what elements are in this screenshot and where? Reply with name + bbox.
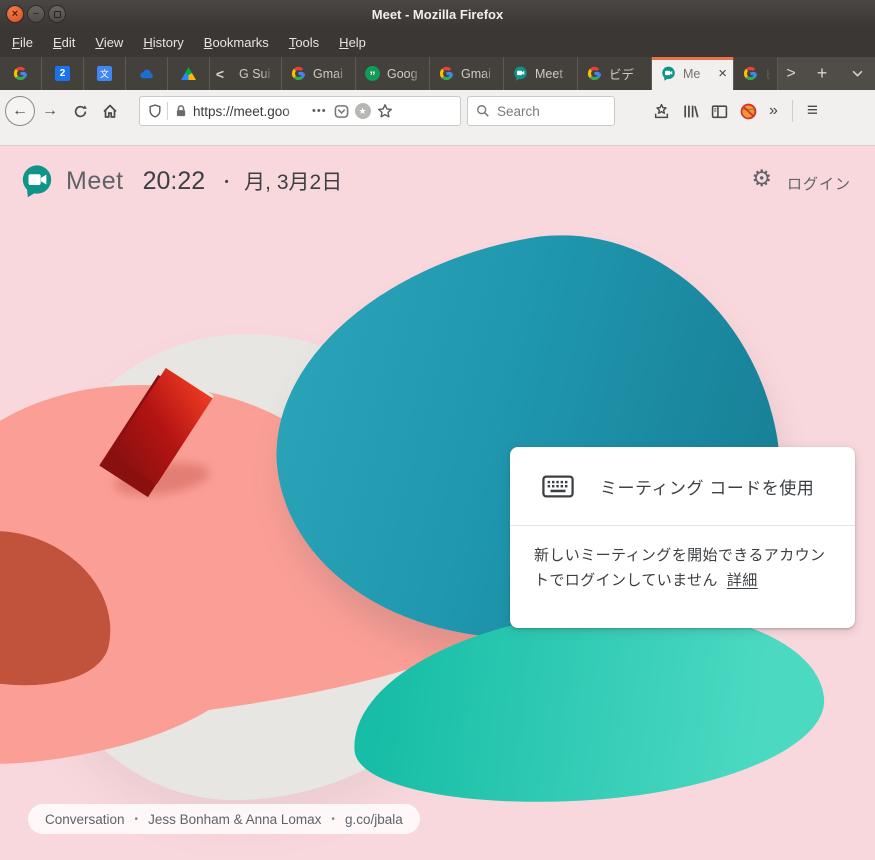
tab-meet-active[interactable]: Me × (652, 57, 734, 90)
pocket-icon[interactable] (334, 104, 349, 119)
home-button[interactable] (95, 96, 125, 126)
tab-bar: 2 文 < G Sui Gmai ” Goog Gmai (0, 57, 875, 90)
card-body: 新しいミーティングを開始できるアカウントでログインしていません詳細 (510, 526, 855, 593)
meet-favicon (661, 66, 676, 81)
firefox-window: × − Meet - Mozilla Firefox File Edit Vie… (0, 0, 875, 860)
google-favicon (439, 66, 454, 81)
caption-label: Conversation (45, 812, 125, 827)
google-favicon (743, 66, 758, 81)
tab-close-icon[interactable]: × (718, 65, 727, 82)
meet-page: Meet 20:22 ・ 月, 3月2日 ⚙ ログイン ミーティング コードを使… (0, 146, 875, 860)
use-meeting-code-button[interactable]: ミーティング コードを使用 (510, 447, 855, 526)
menu-help[interactable]: Help (329, 28, 376, 57)
separator-dot: ・ (219, 171, 234, 192)
home-icon (102, 103, 118, 119)
tab-scroll-right-icon[interactable]: > (778, 57, 804, 90)
pinned-tab-google[interactable] (0, 57, 42, 90)
reload-icon (73, 104, 88, 119)
addon-star-icon[interactable]: ★ (355, 103, 371, 119)
tab-list-chevron-icon[interactable] (840, 57, 874, 90)
caption-authors: Jess Bonham & Anna Lomax (148, 812, 321, 827)
meet-favicon (513, 66, 528, 81)
card-title: ミーティング コードを使用 (600, 474, 814, 499)
calendar-favicon: 2 (55, 66, 70, 81)
settings-gear-icon[interactable]: ⚙ (751, 167, 772, 190)
tab-scroll-left-icon[interactable]: < (210, 57, 230, 90)
keyboard-icon (542, 474, 574, 499)
menu-tools[interactable]: Tools (279, 28, 329, 57)
illustration-red-box (118, 368, 228, 503)
search-bar[interactable] (467, 96, 615, 126)
tab-meet-1[interactable]: Meet (504, 57, 578, 90)
reload-button[interactable] (65, 96, 95, 126)
divider (167, 102, 168, 120)
library-icon[interactable] (682, 103, 699, 120)
login-link[interactable]: ログイン (787, 173, 851, 194)
pinned-tab-drive[interactable] (168, 57, 210, 90)
menu-view[interactable]: View (85, 28, 133, 57)
search-icon (476, 104, 490, 118)
lock-icon (175, 104, 187, 118)
app-name: Meet (66, 167, 124, 196)
pinned-tab-onedrive[interactable] (126, 57, 168, 90)
wallpaper-caption-chip: Conversation • Jess Bonham & Anna Lomax … (28, 804, 420, 834)
forward-button[interactable]: → (35, 102, 65, 120)
google-favicon (13, 66, 28, 81)
clock-time: 20:22 (143, 167, 206, 196)
bookmark-star-icon[interactable] (377, 103, 393, 119)
tab-gsuite[interactable]: G Sui (230, 57, 282, 90)
bookmarks-menu-icon[interactable] (653, 103, 670, 120)
new-tab-button[interactable]: + (804, 57, 840, 90)
tab-google-video-2[interactable]: ビ (734, 57, 778, 90)
menu-history[interactable]: History (133, 28, 193, 57)
translate-favicon: 文 (97, 66, 112, 81)
menu-bar: File Edit View History Bookmarks Tools H… (0, 28, 875, 57)
meet-header: Meet 20:22 ・ 月, 3月2日 ⚙ ログイン (0, 146, 875, 216)
adblock-extension-icon[interactable] (740, 103, 757, 120)
navigation-toolbar: ← → https://meet.goo ••• ★ (0, 90, 875, 146)
maximize-icon (54, 11, 61, 18)
title-bar: × − Meet - Mozilla Firefox (0, 0, 875, 28)
overflow-menu-icon[interactable]: » (769, 102, 778, 120)
caption-separator: • (331, 814, 335, 825)
date-text: 月, 3月2日 (244, 166, 342, 196)
menu-file[interactable]: File (2, 28, 43, 57)
meeting-code-card: ミーティング コードを使用 新しいミーティングを開始できるアカウントでログインし… (510, 447, 855, 628)
search-input[interactable] (497, 104, 597, 119)
window-title: Meet - Mozilla Firefox (0, 7, 875, 22)
tab-google-video[interactable]: ビデ (578, 57, 652, 90)
url-bar[interactable]: https://meet.goo ••• ★ (139, 96, 461, 126)
tracking-shield-icon (148, 104, 162, 118)
caption-url: g.co/jbala (345, 812, 403, 827)
window-minimize-button[interactable]: − (27, 5, 45, 23)
back-button[interactable]: ← (5, 96, 35, 126)
window-maximize-button[interactable] (48, 5, 66, 23)
page-actions-icon[interactable]: ••• (312, 105, 327, 117)
menu-edit[interactable]: Edit (43, 28, 85, 57)
tab-gmail-1[interactable]: Gmai (282, 57, 356, 90)
window-close-button[interactable]: × (6, 5, 24, 23)
hangouts-favicon: ” (365, 66, 380, 81)
menu-bookmarks[interactable]: Bookmarks (194, 28, 279, 57)
sidebar-icon[interactable] (711, 103, 728, 120)
pinned-tab-translate[interactable]: 文 (84, 57, 126, 90)
pinned-tabs: 2 文 (0, 57, 210, 90)
meet-logo (20, 164, 54, 198)
drive-favicon (181, 67, 196, 80)
caption-separator: • (135, 814, 139, 825)
pinned-tab-calendar[interactable]: 2 (42, 57, 84, 90)
details-link[interactable]: 詳細 (727, 572, 758, 589)
tab-hangouts[interactable]: ” Goog (356, 57, 430, 90)
onedrive-favicon (138, 68, 155, 80)
card-body-text: 新しいミーティングを開始できるアカウントでログインしていません (534, 547, 825, 589)
hamburger-menu-icon[interactable]: ≡ (807, 100, 818, 122)
tab-gmail-2[interactable]: Gmai (430, 57, 504, 90)
google-favicon (291, 66, 306, 81)
google-favicon (587, 66, 602, 81)
divider (792, 100, 793, 122)
url-text[interactable]: https://meet.goo (193, 104, 305, 119)
